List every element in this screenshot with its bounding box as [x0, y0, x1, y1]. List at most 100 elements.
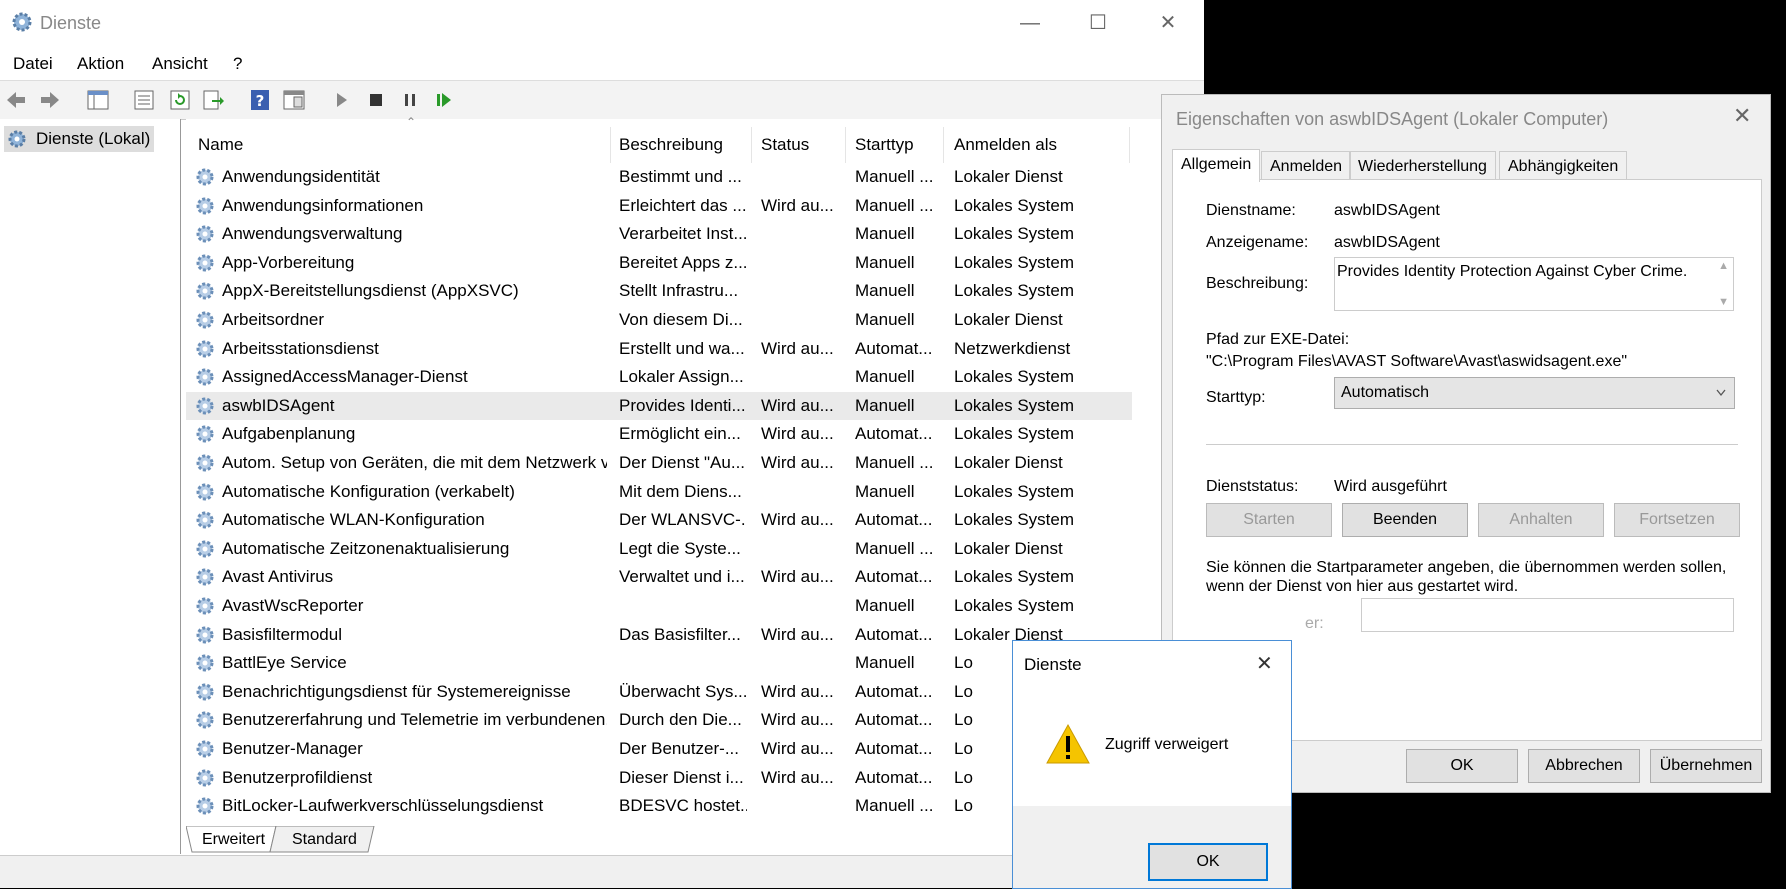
- table-row[interactable]: Benutzererfahrung und Telemetrie im verb…: [186, 706, 1132, 734]
- tab-allgemein[interactable]: Allgemein: [1172, 149, 1261, 182]
- table-row[interactable]: Arbeitsstationsdienst Erstellt und wa... W…: [186, 335, 1132, 363]
- list-view-icon[interactable]: [132, 88, 156, 112]
- table-row[interactable]: BattlEye Service Manuell Lo: [186, 649, 1132, 677]
- column-beschreibung[interactable]: Beschreibung: [619, 135, 723, 155]
- service-starttype-cell: Manuell: [855, 653, 915, 673]
- service-starttype-cell: Automat...: [855, 681, 933, 701]
- description-box[interactable]: Provides Identity Protection Against Cyb…: [1334, 257, 1734, 311]
- apply-button[interactable]: Übernehmen: [1650, 749, 1762, 783]
- service-logon-cell: Lokales System: [954, 567, 1074, 587]
- table-row[interactable]: AssignedAccessManager-Dienst Lokaler Assi…: [186, 363, 1132, 391]
- menu-ansicht[interactable]: Ansicht: [152, 54, 208, 74]
- table-row[interactable]: Benutzer-Manager Der Benutzer-... Wird au.…: [186, 735, 1132, 763]
- column-starttyp[interactable]: Starttyp: [855, 135, 914, 155]
- export-list-icon[interactable]: [201, 88, 225, 112]
- alert-title: Dienste: [1024, 655, 1082, 674]
- service-gear-icon: [196, 683, 214, 701]
- close-button[interactable]: ✕: [1143, 6, 1193, 40]
- service-description-cell: Verarbeitet Inst...: [619, 224, 747, 244]
- play-icon[interactable]: [330, 88, 354, 112]
- service-name-cell: AvastWscReporter: [222, 596, 364, 615]
- service-name-cell: Aufgabenplanung: [222, 424, 356, 444]
- menu-help[interactable]: ?: [233, 54, 242, 74]
- table-row[interactable]: Anwendungsidentität Bestimmt und ... Manue…: [186, 163, 1132, 191]
- table-row[interactable]: Anwendungsinformationen Erleichtert das .…: [186, 192, 1132, 220]
- table-row[interactable]: Autom. Setup von Geräten, die mit dem Ne…: [186, 449, 1132, 477]
- table-row[interactable]: Automatische WLAN-Konfiguration Der WLANS…: [186, 506, 1132, 534]
- tab-standard[interactable]: Standard: [292, 831, 357, 849]
- forward-arrow-icon[interactable]: [38, 88, 62, 112]
- tab-abhaengigkeiten[interactable]: Abhängigkeiten: [1499, 151, 1628, 182]
- service-gear-icon: [196, 797, 214, 815]
- column-status[interactable]: Status: [761, 135, 809, 155]
- services-gear-icon: [8, 130, 26, 148]
- service-name-cell: Benachrichtigungsdienst für Systemereign…: [222, 681, 571, 701]
- table-row[interactable]: Avast Antivirus Verwaltet und i... Wird au…: [186, 563, 1132, 591]
- service-status-cell: Wird au...: [761, 567, 834, 587]
- table-row[interactable]: Anwendungsverwaltung Verarbeitet Inst... M…: [186, 220, 1132, 248]
- stop-button[interactable]: Beenden: [1342, 503, 1468, 537]
- start-button[interactable]: Starten: [1206, 503, 1332, 537]
- table-row[interactable]: Automatische Konfiguration (verkabelt) Mi…: [186, 478, 1132, 506]
- maximize-button[interactable]: ☐: [1073, 6, 1123, 40]
- service-logon-cell: Lokales System: [954, 596, 1074, 615]
- table-row[interactable]: Arbeitsordner Von diesem Di... Manuell Loka…: [186, 306, 1132, 334]
- properties-pane-icon[interactable]: [282, 88, 306, 112]
- service-gear-icon: [196, 597, 214, 615]
- table-row[interactable]: aswbIDSAgent Provides Identi... Wird au...…: [186, 391, 1132, 420]
- menu-aktion[interactable]: Aktion: [77, 54, 124, 74]
- stop-icon[interactable]: [364, 88, 388, 112]
- table-row[interactable]: Automatische Zeitzonenaktualisierung Legt…: [186, 535, 1132, 563]
- separator: [1206, 444, 1738, 445]
- console-tree-icon[interactable]: [86, 88, 110, 112]
- display-name-label: Anzeigename:: [1206, 234, 1309, 251]
- service-description-cell: Bestimmt und ...: [619, 167, 742, 186]
- column-anmelden-als[interactable]: Anmelden als: [954, 135, 1057, 155]
- service-starttype-cell: Manuell ...: [855, 167, 934, 186]
- table-row[interactable]: AvastWscReporter Manuell Lokales System: [186, 592, 1132, 620]
- startparam-input[interactable]: [1361, 598, 1734, 632]
- dialog-close-button[interactable]: ✕: [1733, 103, 1751, 129]
- starttype-select[interactable]: Automatisch: [1334, 377, 1735, 409]
- service-status-cell: Wird au...: [761, 195, 834, 215]
- service-starttype-cell: Automat...: [855, 510, 933, 530]
- restart-icon[interactable]: [432, 88, 456, 112]
- continue-button[interactable]: Fortsetzen: [1614, 503, 1740, 537]
- alert-message: Zugriff verweigert: [1105, 736, 1229, 753]
- column-name[interactable]: Name: [198, 135, 243, 155]
- table-row[interactable]: App-Vorbereitung Bereitet Apps z... Manuel…: [186, 249, 1132, 277]
- service-gear-icon: [196, 168, 214, 186]
- service-description-cell: Das Basisfilter...: [619, 624, 741, 644]
- service-starttype-cell: Manuell: [855, 310, 915, 329]
- table-row[interactable]: AppX-Bereitstellungsdienst (AppXSVC) Stel…: [186, 277, 1132, 305]
- tab-wiederherstellung[interactable]: Wiederherstellung: [1349, 151, 1496, 182]
- alert-ok-button[interactable]: OK: [1148, 843, 1268, 881]
- starttype-label: Starttyp:: [1206, 389, 1266, 406]
- tab-erweitert[interactable]: Erweitert: [202, 831, 265, 849]
- cancel-button[interactable]: Abbrechen: [1528, 749, 1640, 783]
- tree-item-dienste-lokal[interactable]: Dienste (Lokal): [4, 126, 154, 152]
- tab-anmelden[interactable]: Anmelden: [1261, 151, 1352, 182]
- service-logon-cell: Lokaler Dienst: [954, 538, 1063, 558]
- back-arrow-icon[interactable]: [4, 88, 28, 112]
- minimize-button[interactable]: —: [1005, 6, 1055, 40]
- table-row[interactable]: Benachrichtigungsdienst für Systemereign…: [186, 678, 1132, 706]
- table-row[interactable]: BitLocker-Laufwerkverschlüsselungsdienst…: [186, 792, 1132, 820]
- service-description-cell: Der Dienst "Au...: [619, 453, 746, 472]
- refresh-icon[interactable]: [168, 88, 192, 112]
- alert-close-button[interactable]: ✕: [1256, 651, 1273, 676]
- scroll-up-icon[interactable]: ▲: [1718, 260, 1729, 272]
- table-row[interactable]: Aufgabenplanung Ermöglicht ein... Wird au.…: [186, 420, 1132, 448]
- ok-button[interactable]: OK: [1406, 749, 1518, 783]
- help-icon[interactable]: ?: [248, 88, 272, 112]
- menu-datei[interactable]: Datei: [13, 54, 53, 74]
- toolbar: ?: [0, 80, 1204, 120]
- pause-button[interactable]: Anhalten: [1478, 503, 1604, 537]
- service-starttype-cell: Automat...: [855, 767, 933, 787]
- table-row[interactable]: Basisfiltermodul Das Basisfilter... Wird a…: [186, 621, 1132, 649]
- table-row[interactable]: Benutzerprofildienst Dieser Dienst i... Wi…: [186, 764, 1132, 792]
- service-gear-icon: [196, 740, 214, 758]
- pause-icon[interactable]: [398, 88, 422, 112]
- scroll-down-icon[interactable]: ▼: [1718, 296, 1729, 308]
- tree-item-label: Dienste (Lokal): [36, 129, 151, 148]
